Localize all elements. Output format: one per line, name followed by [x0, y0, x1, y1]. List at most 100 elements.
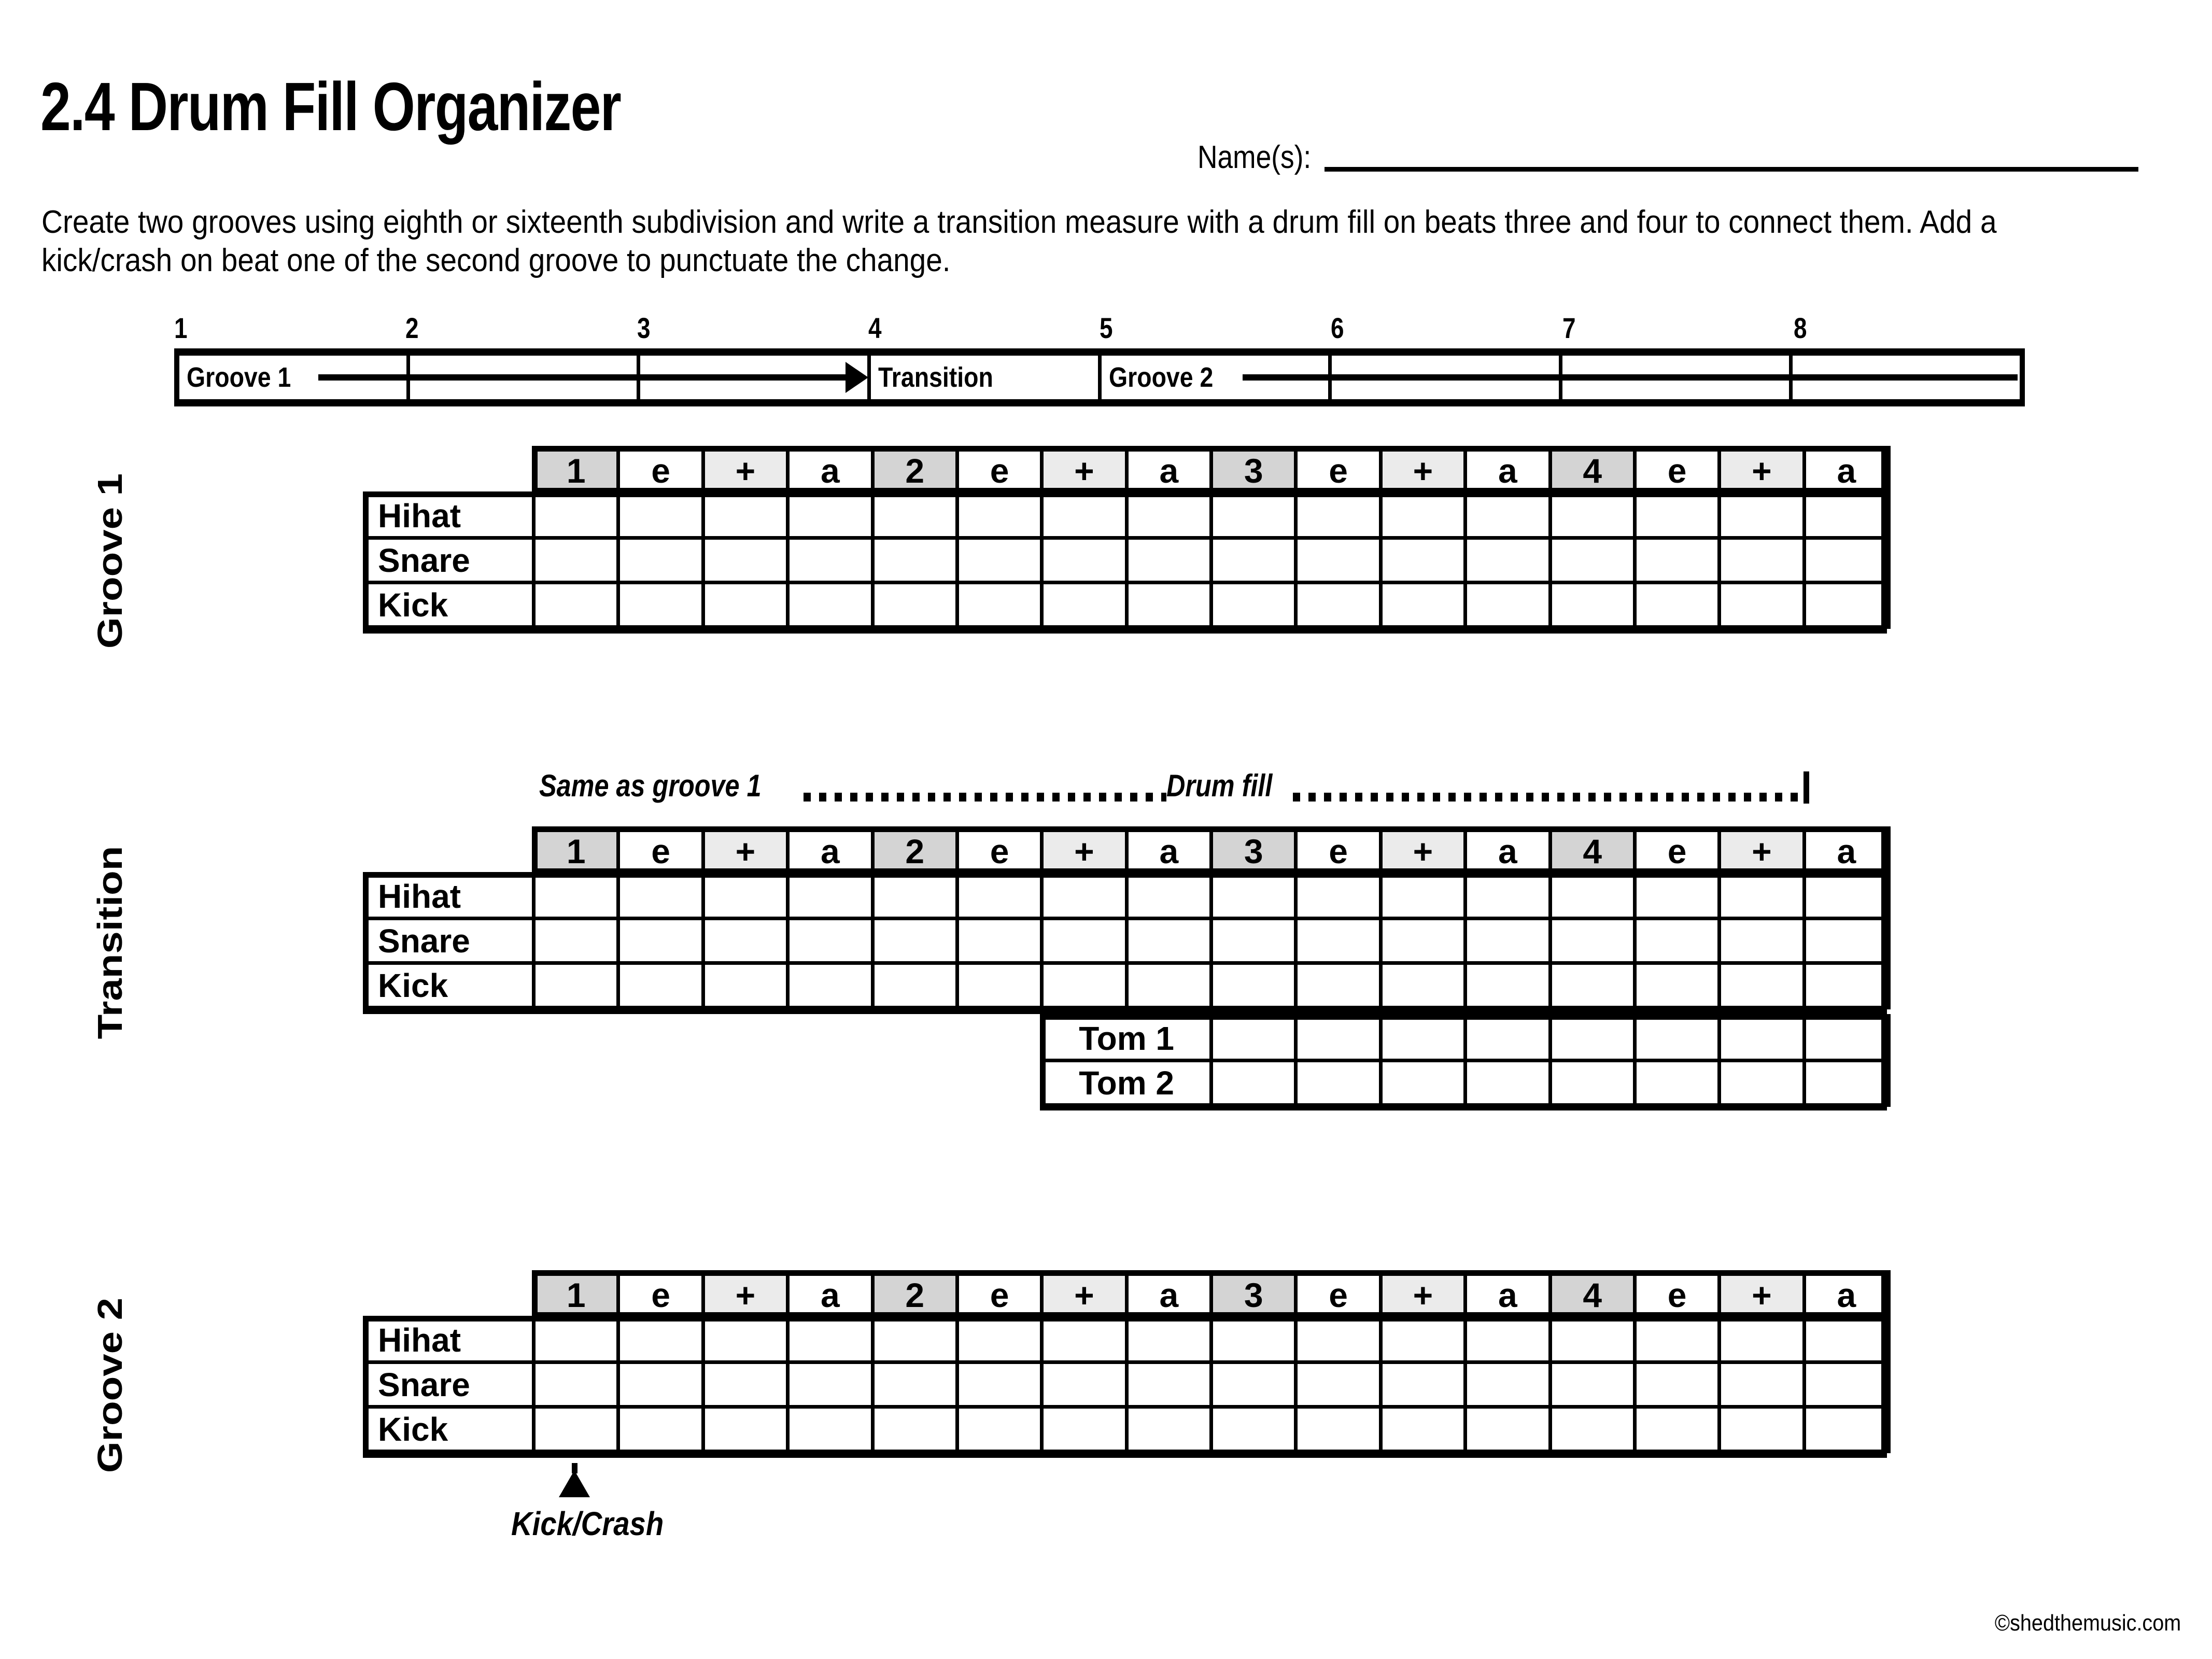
notation-cell[interactable] [1209, 917, 1298, 965]
notation-cell[interactable] [955, 1360, 1044, 1409]
notation-cell[interactable] [1463, 1360, 1552, 1409]
notation-cell[interactable] [1463, 536, 1552, 584]
notation-cell[interactable] [1378, 1014, 1468, 1062]
notation-cell[interactable] [701, 1405, 790, 1453]
notation-cell[interactable] [1209, 491, 1298, 540]
notation-cell[interactable] [701, 1360, 790, 1409]
notation-cell[interactable] [1463, 961, 1552, 1009]
notation-cell[interactable] [955, 536, 1044, 584]
notation-cell[interactable] [870, 917, 959, 965]
notation-cell[interactable] [786, 1405, 875, 1453]
notation-cell[interactable] [1548, 961, 1637, 1009]
notation-cell[interactable] [1632, 1316, 1722, 1364]
notation-cell[interactable] [1294, 961, 1383, 1009]
notation-cell[interactable] [786, 491, 875, 540]
notation-cell[interactable] [1040, 917, 1129, 965]
notation-cell[interactable] [955, 1405, 1044, 1453]
notation-cell[interactable] [616, 917, 705, 965]
notation-cell[interactable] [1717, 536, 1806, 584]
notation-cell[interactable] [1632, 536, 1722, 584]
notation-cell[interactable] [1632, 917, 1722, 965]
notation-cell[interactable] [870, 961, 959, 1009]
notation-cell[interactable] [531, 1405, 621, 1453]
notation-cell[interactable] [1548, 1059, 1637, 1107]
notation-cell[interactable] [1378, 536, 1468, 584]
notation-cell[interactable] [1802, 1405, 1891, 1453]
notation-cell[interactable] [955, 917, 1044, 965]
notation-cell[interactable] [1632, 872, 1722, 920]
notation-cell[interactable] [1463, 872, 1552, 920]
notation-cell[interactable] [1463, 917, 1552, 965]
notation-cell[interactable] [1632, 1014, 1722, 1062]
notation-cell[interactable] [1802, 1059, 1891, 1107]
notation-cell[interactable] [1632, 1059, 1722, 1107]
notation-cell[interactable] [1209, 872, 1298, 920]
notation-cell[interactable] [1717, 491, 1806, 540]
notation-cell[interactable] [1124, 917, 1214, 965]
notation-cell[interactable] [1040, 1405, 1129, 1453]
notation-cell[interactable] [701, 917, 790, 965]
notation-cell[interactable] [1632, 961, 1722, 1009]
notation-cell[interactable] [1040, 1316, 1129, 1364]
notation-cell[interactable] [1717, 917, 1806, 965]
notation-cell[interactable] [616, 581, 705, 629]
notation-cell[interactable] [1463, 1014, 1552, 1062]
notation-cell[interactable] [1717, 961, 1806, 1009]
notation-cell[interactable] [1124, 961, 1214, 1009]
notation-cell[interactable] [1548, 872, 1637, 920]
notation-cell[interactable] [1548, 1405, 1637, 1453]
notation-cell[interactable] [1040, 536, 1129, 584]
name-input-line[interactable] [1324, 167, 2138, 172]
notation-cell[interactable] [955, 581, 1044, 629]
notation-cell[interactable] [616, 1405, 705, 1453]
notation-cell[interactable] [1632, 581, 1722, 629]
notation-cell[interactable] [1294, 581, 1383, 629]
notation-cell[interactable] [1294, 1059, 1383, 1107]
notation-cell[interactable] [1124, 872, 1214, 920]
notation-cell[interactable] [1548, 536, 1637, 584]
notation-cell[interactable] [1294, 1014, 1383, 1062]
notation-cell[interactable] [1378, 1405, 1468, 1453]
notation-cell[interactable] [1209, 1316, 1298, 1364]
notation-cell[interactable] [531, 581, 621, 629]
notation-cell[interactable] [531, 536, 621, 584]
notation-cell[interactable] [1209, 1405, 1298, 1453]
notation-cell[interactable] [1802, 872, 1891, 920]
notation-cell[interactable] [531, 1360, 621, 1409]
notation-cell[interactable] [1802, 491, 1891, 540]
notation-cell[interactable] [1717, 1059, 1806, 1107]
notation-cell[interactable] [701, 1316, 790, 1364]
notation-cell[interactable] [1802, 917, 1891, 965]
notation-cell[interactable] [1548, 917, 1637, 965]
notation-cell[interactable] [1802, 1316, 1891, 1364]
notation-cell[interactable] [1717, 581, 1806, 629]
notation-cell[interactable] [616, 491, 705, 540]
notation-cell[interactable] [1717, 872, 1806, 920]
notation-cell[interactable] [1378, 961, 1468, 1009]
notation-cell[interactable] [531, 491, 621, 540]
notation-cell[interactable] [1209, 536, 1298, 584]
notation-cell[interactable] [1463, 581, 1552, 629]
notation-cell[interactable] [701, 961, 790, 1009]
notation-cell[interactable] [1124, 491, 1214, 540]
notation-cell[interactable] [1802, 1360, 1891, 1409]
notation-cell[interactable] [1802, 536, 1891, 584]
notation-cell[interactable] [1124, 1316, 1214, 1364]
notation-cell[interactable] [1209, 1360, 1298, 1409]
notation-cell[interactable] [1463, 491, 1552, 540]
notation-cell[interactable] [1802, 1014, 1891, 1062]
notation-cell[interactable] [1124, 536, 1214, 584]
notation-cell[interactable] [1717, 1014, 1806, 1062]
notation-cell[interactable] [1378, 491, 1468, 540]
notation-cell[interactable] [531, 872, 621, 920]
notation-cell[interactable] [1294, 1360, 1383, 1409]
notation-cell[interactable] [870, 491, 959, 540]
notation-cell[interactable] [786, 581, 875, 629]
notation-cell[interactable] [1378, 917, 1468, 965]
notation-cell[interactable] [955, 872, 1044, 920]
notation-cell[interactable] [1040, 961, 1129, 1009]
notation-cell[interactable] [955, 1316, 1044, 1364]
notation-cell[interactable] [1548, 1014, 1637, 1062]
notation-cell[interactable] [1294, 1405, 1383, 1453]
notation-cell[interactable] [1378, 872, 1468, 920]
